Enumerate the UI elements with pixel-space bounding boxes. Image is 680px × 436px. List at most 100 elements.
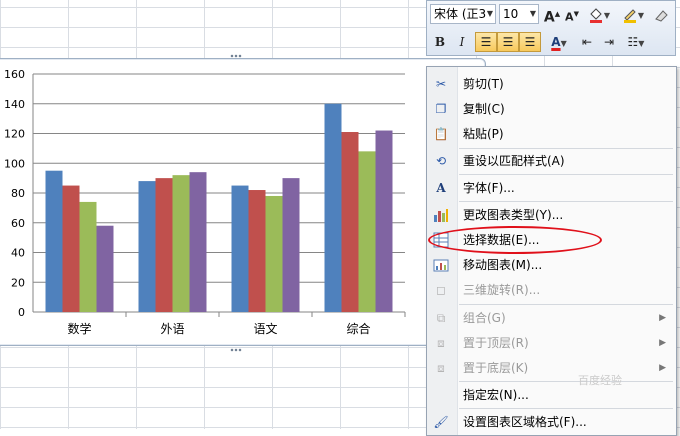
group-icon: ⧉ [436,311,446,325]
macro-icon [433,387,449,403]
bring-to-front-icon: ⧈ [437,336,445,350]
align-right-button[interactable]: ☰ [519,32,541,52]
x-axis: 数学 外语 语文 综合 [67,312,406,336]
menu-item-3d-rotation[interactable]: ◻ 三维旋转(R)... [427,278,676,302]
bar[interactable] [324,103,342,312]
increase-indent-icon: ⇥ [603,35,615,49]
y-tick-label: 80 [11,187,25,200]
menu-item-cut[interactable]: ✂ 剪切(T) [427,72,676,96]
menu-item-label: 三维旋转(R)... [463,283,541,297]
fill-color-button[interactable]: ▼ [585,4,613,24]
menu-item-reset-style[interactable]: ⟲ 重设以匹配样式(A) [427,149,676,173]
y-tick-label: 20 [11,276,25,289]
bar[interactable] [138,181,156,312]
bar[interactable] [172,175,190,312]
grow-font-button[interactable]: A▲ [543,4,561,26]
font-color-button[interactable]: A▼ [545,32,573,52]
align-center-button[interactable]: ☰ [497,32,519,52]
paste-icon: 📋 [433,127,449,141]
y-tick-label: 40 [11,247,25,260]
bar[interactable] [248,190,266,312]
bar[interactable] [231,185,249,312]
menu-separator [459,174,673,175]
bullets-icon: ☷ [627,35,639,49]
x-tick-label: 综合 [346,321,370,336]
watermark: 百度经验 [578,374,622,387]
reset-style-icon: ⟲ [435,154,447,168]
menu-item-label: 指定宏(N)... [463,388,529,402]
paint-bucket-icon [589,7,602,23]
decrease-indent-icon: ⇤ [581,35,593,49]
bar-chart[interactable]: 0 20 40 60 80 100 120 140 160 数学 外语 语文 综合 [0,58,420,348]
menu-item-send-to-back[interactable]: ⧈ 置于底层(K) ▶ [427,356,676,380]
menu-item-assign-macro[interactable]: 指定宏(N)... [427,383,676,407]
bar[interactable] [96,225,114,312]
move-chart-icon [433,259,449,272]
scissors-icon: ✂ [435,77,447,91]
bar[interactable] [341,132,359,312]
bar[interactable] [375,130,393,312]
menu-item-label: 组合(G) [463,311,506,325]
grow-font-icon: A [543,9,555,26]
menu-item-format-chart-area[interactable]: 🖌 设置图表区域格式(F)... [427,410,676,434]
submenu-arrow-icon: ▶ [659,363,666,373]
menu-item-paste[interactable]: 📋 粘贴(P) [427,122,676,146]
menu-item-label: 重设以匹配样式(A) [463,154,565,168]
3d-rotate-icon: ◻ [436,283,446,297]
menu-separator [459,408,673,409]
bar[interactable] [282,178,300,312]
italic-button[interactable]: I [453,32,471,52]
bar[interactable] [265,195,283,312]
font-color-icon: A [551,35,561,49]
eraser-icon [655,9,668,22]
menu-item-label: 粘贴(P) [463,127,504,141]
decrease-indent-button[interactable]: ⇤ [577,32,597,52]
menu-item-group[interactable]: ⧉ 组合(G) ▶ [427,306,676,330]
y-tick-label: 120 [4,128,25,141]
bold-button[interactable]: B [431,32,449,52]
menu-separator [459,201,673,202]
menu-item-font[interactable]: A 字体(F)... [427,176,676,200]
chevron-down-icon: ▼ [486,9,494,18]
x-tick-label: 数学 [67,321,91,336]
align-left-button[interactable]: ☰ [475,32,497,52]
align-center-icon: ☰ [502,35,514,49]
bar[interactable] [79,201,97,312]
font-name-select[interactable]: 宋体 (正3 ▼ [430,4,496,24]
font-name-value: 宋体 (正3 [434,7,487,21]
menu-item-move-chart[interactable]: 移动图表(M)... [427,253,676,277]
shrink-font-button[interactable]: A▼ [564,4,580,24]
bars [45,103,393,312]
bar[interactable] [155,178,173,312]
menu-separator [459,304,673,305]
bullets-button[interactable]: ☷▼ [621,32,651,52]
font-size-select[interactable]: 10 ▼ [499,4,539,24]
copy-icon: ❐ [435,102,447,116]
chart-bottom-resize-handle[interactable] [230,348,242,352]
align-left-icon: ☰ [480,35,492,49]
menu-item-label: 移动图表(M)... [463,258,543,272]
bar[interactable] [62,185,80,312]
bar[interactable] [45,170,63,312]
y-tick-label: 100 [4,157,25,170]
menu-separator [459,381,673,382]
menu-item-label: 剪切(T) [463,77,504,91]
format-chart-area-icon: 🖌 [433,415,449,429]
menu-item-label: 置于底层(K) [463,361,529,375]
line-color-button[interactable]: ▼ [619,4,647,24]
menu-item-label: 设置图表区域格式(F)... [463,415,587,429]
y-tick-label: 60 [11,217,25,230]
format-painter-button[interactable] [651,4,671,24]
bar[interactable] [189,172,207,312]
menu-item-bring-to-front[interactable]: ⧈ 置于顶层(R) ▶ [427,331,676,355]
shrink-font-icon: A [565,10,574,24]
bar[interactable] [358,151,376,312]
mini-toolbar: 宋体 (正3 ▼ 10 ▼ A▲ A▼ ▼ ▼ B I ☰ ☰ ☰ A▼ ⇤ ⇥… [426,0,676,56]
bold-icon: B [434,35,446,49]
increase-indent-button[interactable]: ⇥ [599,32,619,52]
y-axis: 0 20 40 60 80 100 120 140 160 [4,68,34,319]
menu-item-change-chart-type[interactable]: 更改图表类型(Y)... [427,203,676,227]
y-tick-label: 160 [4,68,25,81]
menu-item-label: 字体(F)... [463,181,515,195]
menu-item-copy[interactable]: ❐ 复制(C) [427,97,676,121]
